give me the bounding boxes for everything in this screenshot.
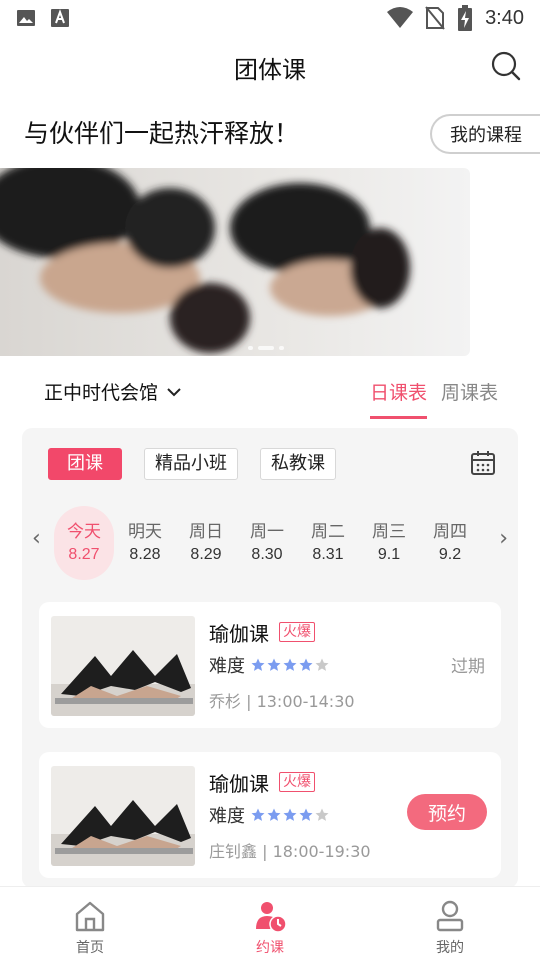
tab-private-class[interactable]: 私教课 [260,448,336,480]
gym-name: 正中时代会馆 [44,382,159,404]
hot-badge: 火爆 [279,772,315,792]
course-card[interactable]: 瑜伽课 火爆 难度 庄钊鑫 | 18:00-19:30 预约 [39,752,501,878]
day-weekday: 明天 [128,522,162,542]
day-date: 8.30 [251,546,283,563]
tab-weekly-schedule[interactable]: 周课表 [441,378,498,405]
day-item[interactable]: 周日 8.29 [176,506,236,580]
difficulty-label: 难度 [209,656,245,677]
day-weekday: 周四 [433,522,467,542]
schedule-view-tabs: 日课表 周课表 [369,378,498,419]
chevron-left-icon[interactable]: ‹ [32,526,41,551]
bottom-nav: 首页 约课 我的 [0,886,540,960]
star-icon [267,658,281,671]
course-name: 瑜伽课 [209,622,269,646]
day-weekday: 周二 [311,522,345,542]
coach-and-time: 庄钊鑫 | 18:00-19:30 [209,842,371,861]
day-item[interactable]: 周一 8.30 [237,506,297,580]
tab-group-class[interactable]: 团课 [48,448,122,480]
day-date: 8.31 [312,546,344,563]
course-thumbnail [51,766,195,866]
difficulty-rating: 难度 [209,652,329,678]
home-icon [75,901,105,932]
star-icon [315,808,329,821]
banner-image [0,168,470,356]
tab-small-class[interactable]: 精品小班 [144,448,238,480]
star-icon [251,808,265,821]
page-title: 团体课 [234,55,306,84]
chevron-right-icon[interactable]: › [499,526,508,551]
banner-carousel[interactable] [0,168,470,356]
star-icon [283,658,297,671]
hot-badge: 火爆 [279,622,315,642]
star-icon [283,808,297,821]
day-date: 9.2 [438,546,462,563]
day-weekday: 今天 [67,522,101,542]
day-date: 8.29 [190,546,222,563]
nav-book-class[interactable]: 约课 [180,887,360,960]
nav-profile[interactable]: 我的 [360,887,540,960]
difficulty-label: 难度 [209,806,245,827]
star-icon [267,808,281,821]
schedule-panel: 团课 精品小班 私教课 ‹ 今天 8.27 明天 8.28 周日 8.29 周一… [22,428,518,888]
day-date: 8.28 [129,546,161,563]
image-notification-icon [17,10,35,26]
clock: 3:40 [485,6,524,29]
tab-daily-schedule[interactable]: 日课表 [369,378,427,419]
nav-home-label: 首页 [76,940,104,956]
font-notification-icon [51,9,69,27]
day-item[interactable]: 明天 8.28 [115,506,175,580]
course-card[interactable]: 瑜伽课 火爆 难度 乔杉 | 13:00-14:30 过期 [39,602,501,728]
star-icon [299,658,313,671]
app-header: 团体课 [0,36,540,98]
nav-book-class-label: 约课 [256,940,284,956]
star-icon [251,658,265,671]
difficulty-rating: 难度 [209,802,329,828]
date-strip: ‹ 今天 8.27 明天 8.28 周日 8.29 周一 8.30 周二 8.3… [22,506,518,580]
status-bar: 3:40 [0,0,540,36]
no-sim-icon [425,6,445,30]
battery-charging-icon [458,5,473,31]
day-date: 8.27 [68,546,100,563]
carousel-dot [248,346,253,350]
star-icon [299,808,313,821]
course-thumbnail [51,616,195,716]
calendar-icon[interactable] [470,450,496,476]
carousel-indicator [248,346,284,350]
day-weekday: 周日 [189,522,223,542]
nav-profile-label: 我的 [436,940,464,956]
day-date: 9.1 [377,546,401,563]
chevron-down-icon [167,387,181,396]
wifi-icon [387,7,414,28]
search-icon[interactable] [490,50,522,82]
star-icon [315,658,329,671]
day-item[interactable]: 周二 8.31 [298,506,358,580]
gym-selector[interactable]: 正中时代会馆 [44,378,182,405]
my-courses-button[interactable]: 我的课程 [430,114,540,154]
course-name: 瑜伽课 [209,772,269,796]
carousel-dot [279,346,284,350]
coach-and-time: 乔杉 | 13:00-14:30 [209,692,355,711]
day-item[interactable]: 周三 9.1 [359,506,419,580]
day-item[interactable]: 周四 9.2 [420,506,480,580]
day-weekday: 周一 [250,522,284,542]
book-class-icon [256,902,287,933]
class-type-tabs: 团课 精品小班 私教课 [48,448,336,480]
day-weekday: 周三 [372,522,406,542]
slogan-text: 与伙伴们一起热汗释放！ [24,119,300,148]
book-button[interactable]: 预约 [407,794,487,830]
expired-status: 过期 [451,657,485,677]
nav-home[interactable]: 首页 [0,887,180,960]
carousel-dot-active [258,346,274,350]
star-rating [251,808,329,822]
star-rating [251,658,329,672]
day-item[interactable]: 今天 8.27 [54,506,114,580]
profile-icon [436,900,464,932]
